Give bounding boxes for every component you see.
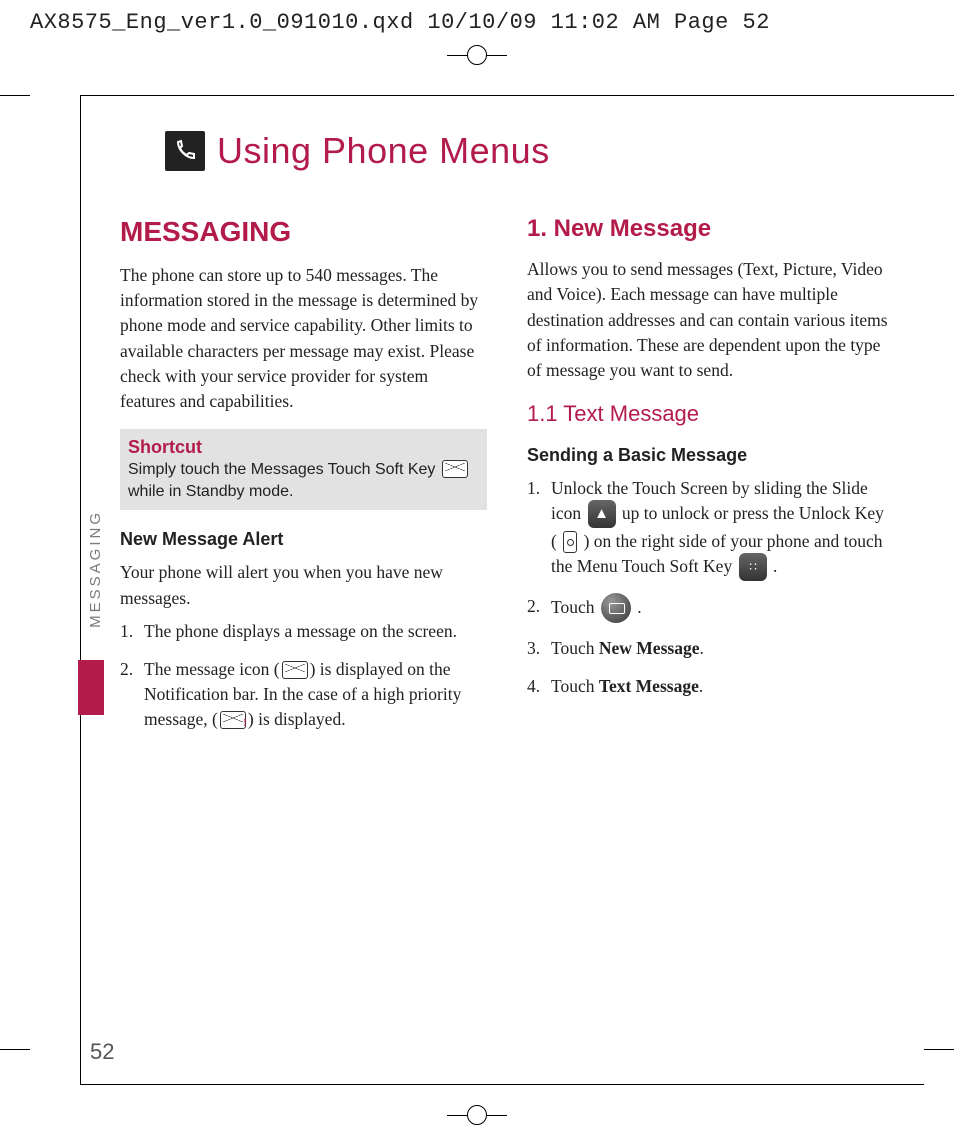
- page-number: 52: [90, 1039, 114, 1065]
- alert-2a: The message icon (: [144, 659, 280, 679]
- heading-new-message: 1. New Message: [527, 212, 894, 247]
- print-header: AX8575_Eng_ver1.0_091010.qxd 10/10/09 11…: [0, 0, 954, 41]
- send-step-4: Touch Text Message.: [527, 674, 894, 699]
- subheading-sending-basic: Sending a Basic Message: [527, 442, 894, 468]
- send-step-2: Touch .: [527, 594, 894, 624]
- alert-step-1: The phone displays a message on the scre…: [120, 619, 487, 644]
- phone-icon: [165, 131, 205, 171]
- s1c: ) on the right side of your phone and to…: [551, 531, 882, 576]
- heading-text-message: 1.1 Text Message: [527, 398, 894, 430]
- side-tab-label: MESSAGING: [87, 510, 104, 628]
- s1d: .: [769, 556, 778, 576]
- crop-mark-bottom: [0, 1100, 954, 1130]
- page-content: MESSAGING 52 Using Phone Menus MESSAGING…: [120, 130, 894, 1055]
- messages-key-icon: [601, 593, 631, 623]
- heading-new-message-alert: New Message Alert: [120, 526, 487, 552]
- alert-steps: The phone displays a message on the scre…: [120, 619, 487, 733]
- send-step-3: Touch New Message.: [527, 636, 894, 661]
- envelope-icon: [282, 661, 308, 679]
- left-column: MESSAGING The phone can store up to 540 …: [120, 212, 487, 745]
- right-column: 1. New Message Allows you to send messag…: [527, 212, 894, 745]
- envelope-icon: [442, 460, 468, 478]
- shortcut-text-b: while in Standby mode.: [128, 483, 293, 500]
- s4b: Text Message: [599, 676, 699, 696]
- slide-up-icon: ▲: [588, 500, 616, 528]
- new-message-intro: Allows you to send messages (Text, Pictu…: [527, 257, 894, 384]
- crop-mark-right: [924, 95, 954, 1050]
- menu-grid-icon: ∷: [739, 553, 767, 581]
- crop-mark-left: [0, 95, 30, 1050]
- s2b: .: [633, 597, 642, 617]
- shortcut-title: Shortcut: [128, 435, 479, 459]
- alert-step-2: The message icon () is displayed on the …: [120, 657, 487, 733]
- messaging-intro: The phone can store up to 540 messages. …: [120, 263, 487, 415]
- send-step-1: Unlock the Touch Screen by sliding the S…: [527, 476, 894, 583]
- s2a: Touch: [551, 597, 599, 617]
- chapter-title: Using Phone Menus: [217, 130, 550, 172]
- crop-mark-top: [0, 40, 954, 70]
- alert-intro: Your phone will alert you when you have …: [120, 560, 487, 611]
- alert-2c: ) is displayed.: [248, 709, 346, 729]
- chapter-title-row: Using Phone Menus: [165, 130, 894, 172]
- unlock-key-icon: [563, 531, 577, 553]
- shortcut-text-a: Simply touch the Messages Touch Soft Key: [128, 461, 440, 478]
- s3c: .: [699, 638, 703, 658]
- heading-messaging: MESSAGING: [120, 212, 487, 253]
- s3a: Touch: [551, 638, 599, 658]
- s3b: New Message: [599, 638, 700, 658]
- send-steps: Unlock the Touch Screen by sliding the S…: [527, 476, 894, 700]
- shortcut-box: Shortcut Simply touch the Messages Touch…: [120, 429, 487, 510]
- side-tab-accent: [78, 660, 104, 715]
- s4c: .: [699, 676, 703, 696]
- s4a: Touch: [551, 676, 599, 696]
- priority-envelope-icon: [220, 711, 246, 729]
